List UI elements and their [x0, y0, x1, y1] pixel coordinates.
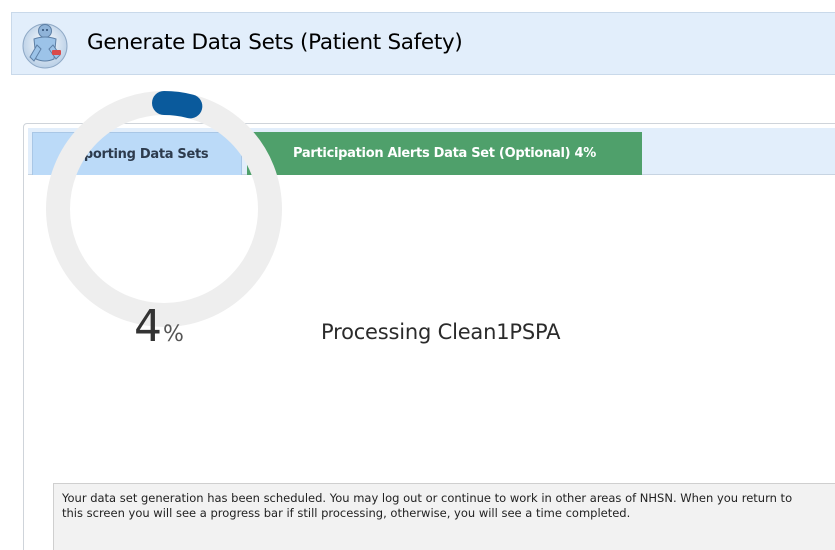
info-message-box: Your data set generation has been schedu…	[53, 483, 835, 550]
page: Generate Data Sets (Patient Safety) Repo…	[0, 0, 835, 550]
page-header: Generate Data Sets (Patient Safety)	[11, 12, 835, 75]
processing-status: Processing Clean1PSPA	[321, 320, 561, 344]
healthcare-worker-logo	[22, 23, 68, 69]
progress-percent-sign: %	[163, 322, 184, 347]
tab-participation-alerts[interactable]: Participation Alerts Data Set (Optional)…	[247, 132, 642, 175]
info-message-text: Your data set generation has been schedu…	[62, 491, 793, 520]
progress-ring	[46, 91, 282, 327]
progress-percent: 4%	[134, 301, 184, 352]
progress-percent-number: 4	[134, 301, 162, 352]
progress-ring-track	[46, 91, 282, 327]
page-title: Generate Data Sets (Patient Safety)	[87, 30, 463, 55]
